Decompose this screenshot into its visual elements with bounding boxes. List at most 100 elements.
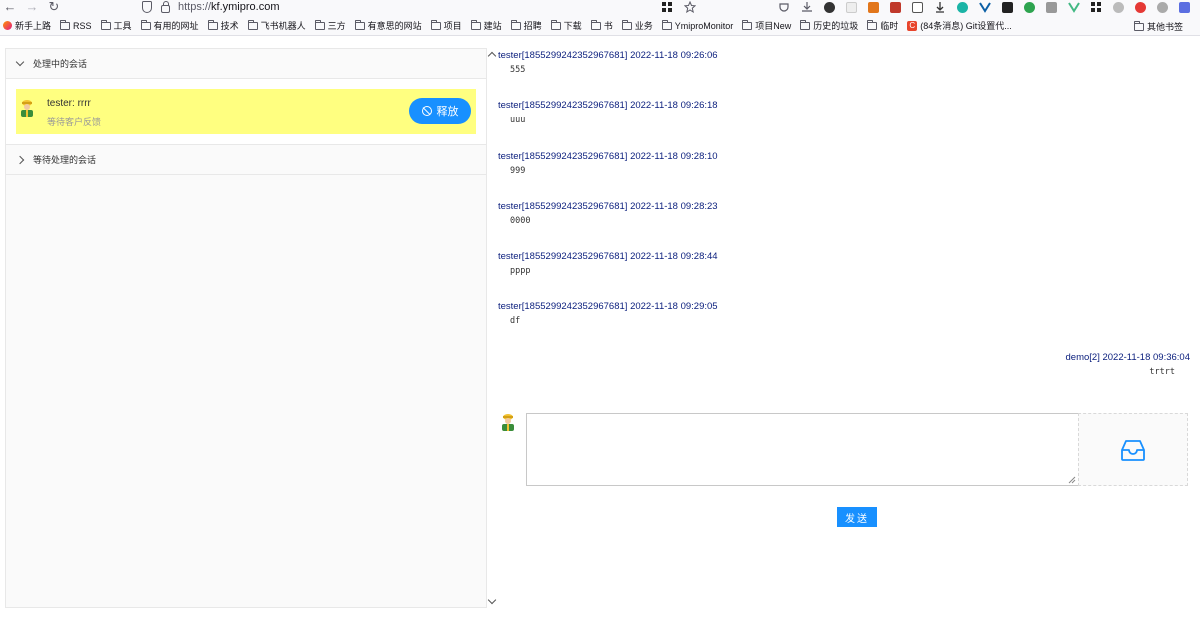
- release-button[interactable]: 释放: [409, 98, 471, 124]
- back-arrow-icon[interactable]: ←: [2, 0, 18, 14]
- bookmark-label: 业务: [634, 21, 653, 31]
- bookmark-item[interactable]: 有意思的网站: [354, 19, 422, 32]
- message-item: tester[1855299242352967681] 2022-11-18 0…: [498, 301, 718, 326]
- folder-icon: [354, 19, 365, 30]
- extension-black-icon[interactable]: [1002, 1, 1013, 13]
- folder-icon: [140, 19, 151, 30]
- message-item: tester[1855299242352967681] 2022-11-18 0…: [498, 100, 718, 125]
- message-header: tester[1855299242352967681] 2022-11-18 0…: [498, 151, 718, 162]
- folder-icon: [60, 19, 71, 30]
- message-list: tester[1855299242352967681] 2022-11-18 0…: [497, 48, 1193, 393]
- session-panel: 处理中的会话 tester: rrrr 等待客户反馈 释放 等待处理的会话: [5, 48, 487, 608]
- scroll-down-arrow-icon[interactable]: [487, 595, 497, 605]
- reload-icon[interactable]: ↻: [46, 0, 62, 14]
- extension-doc-icon[interactable]: [912, 1, 923, 13]
- bookmark-item[interactable]: 历史的垃圾: [800, 19, 858, 32]
- bookmark-item[interactable]: 业务: [621, 19, 653, 32]
- bookmark-item[interactable]: 下载: [550, 19, 582, 32]
- bookmark-item[interactable]: 项目New: [742, 19, 791, 32]
- bookmark-label: 飞书机器人: [260, 21, 306, 31]
- download-arrow-icon[interactable]: [934, 1, 946, 13]
- waiting-sessions-title: 等待处理的会话: [33, 155, 97, 165]
- folder-icon: [470, 19, 481, 30]
- bookmark-item[interactable]: 建站: [470, 19, 502, 32]
- bookmark-item[interactable]: 工具: [100, 19, 132, 32]
- bookmark-label: 下载: [563, 21, 582, 31]
- bookmark-label: 项目: [443, 21, 462, 31]
- extension-teal-icon[interactable]: [957, 1, 968, 13]
- processing-sessions-header[interactable]: 处理中的会话: [6, 49, 486, 79]
- session-name: tester: rrrr: [47, 98, 91, 109]
- bookmark-item[interactable]: 三方: [314, 19, 346, 32]
- bookmark-item[interactable]: 项目: [430, 19, 462, 32]
- other-bookmarks[interactable]: 其他书签: [1133, 20, 1183, 33]
- forward-arrow-icon[interactable]: →: [24, 0, 40, 14]
- message-header: demo[2] 2022-11-18 09:36:04: [1065, 352, 1190, 363]
- extension-red-icon[interactable]: [890, 1, 901, 13]
- bookmark-label: 有用的网址: [153, 21, 199, 31]
- bookmark-item[interactable]: 有用的网址: [140, 19, 199, 32]
- avatar: [21, 100, 33, 117]
- bookmark-item[interactable]: 招聘: [510, 19, 542, 32]
- message-text: 0000: [510, 216, 531, 226]
- metamask-icon[interactable]: [868, 1, 879, 13]
- adblock-icon[interactable]: [1135, 1, 1146, 13]
- extension-s-icon[interactable]: [824, 1, 835, 13]
- message-header: tester[1855299242352967681] 2022-11-18 0…: [498, 50, 718, 61]
- folder-icon: [247, 19, 258, 30]
- bookmark-label: RSS: [73, 20, 92, 31]
- scrollbar[interactable]: [487, 48, 497, 608]
- message-header: tester[1855299242352967681] 2022-11-18 0…: [498, 251, 718, 262]
- send-button[interactable]: 发送: [837, 507, 877, 527]
- bookmark-item[interactable]: YmiproMonitor: [661, 19, 734, 31]
- bookmark-item[interactable]: 临时: [867, 19, 898, 32]
- extension-globe-icon[interactable]: [1157, 1, 1168, 13]
- vpn-v-icon[interactable]: [979, 1, 991, 13]
- message-item: tester[1855299242352967681] 2022-11-18 0…: [498, 151, 718, 176]
- session-item[interactable]: tester: rrrr 等待客户反馈 释放: [16, 89, 476, 134]
- folder-icon: [550, 19, 561, 30]
- extensions-grid-icon[interactable]: [662, 1, 673, 13]
- folder-icon: [800, 19, 811, 30]
- message-item: tester[1855299242352967681] 2022-11-18 0…: [498, 201, 718, 226]
- folder-icon: [314, 19, 325, 30]
- scroll-up-arrow-icon[interactable]: [487, 51, 497, 61]
- extension-blue-icon[interactable]: [1179, 1, 1190, 13]
- bookmark-label: 新手上路: [15, 21, 52, 31]
- folder-icon: [661, 19, 672, 30]
- extension-gray-icon[interactable]: [1113, 1, 1124, 13]
- bookmark-item[interactable]: 新手上路: [3, 19, 51, 32]
- qr-code-icon[interactable]: [1046, 1, 1057, 13]
- message-input[interactable]: [526, 413, 1079, 486]
- vue-devtools-icon[interactable]: [1068, 1, 1080, 13]
- extension-green-icon[interactable]: [1024, 1, 1035, 13]
- pocket-icon[interactable]: [778, 1, 790, 13]
- grid-icon[interactable]: [1091, 1, 1102, 13]
- other-bookmarks-label: 其他书签: [1146, 22, 1183, 32]
- extension-blank-icon[interactable]: [846, 1, 857, 13]
- url-bar[interactable]: https://kf.ymipro.com: [136, 0, 696, 14]
- bookmark-item[interactable]: 书: [590, 19, 613, 32]
- folder-icon: [590, 19, 601, 30]
- message-text: pppp: [510, 266, 531, 276]
- message-text: uuu: [510, 115, 526, 125]
- lock-icon[interactable]: [161, 0, 170, 13]
- bookmark-label: 项目New: [755, 21, 792, 31]
- waiting-sessions-header[interactable]: 等待处理的会话: [6, 145, 486, 175]
- folder-icon: [207, 19, 218, 30]
- download-icon[interactable]: [801, 1, 813, 13]
- resize-grip-icon[interactable]: [1067, 475, 1076, 484]
- message-text: 555: [510, 65, 526, 75]
- url-text[interactable]: https://kf.ymipro.com: [178, 1, 280, 13]
- message-text: trtrt: [1149, 367, 1175, 377]
- bookmark-label: YmiproMonitor: [674, 20, 734, 31]
- bookmark-star-icon[interactable]: [684, 1, 696, 13]
- folder-icon: [510, 19, 521, 30]
- upload-area[interactable]: [1078, 413, 1188, 486]
- message-text: 999: [510, 166, 526, 176]
- bookmark-item[interactable]: C (84条消息) Git设置代...: [907, 19, 1012, 32]
- bookmark-item[interactable]: RSS: [60, 19, 92, 31]
- tracking-shield-icon[interactable]: [142, 1, 152, 13]
- bookmark-item[interactable]: 飞书机器人: [247, 19, 306, 32]
- bookmark-item[interactable]: 技术: [207, 19, 239, 32]
